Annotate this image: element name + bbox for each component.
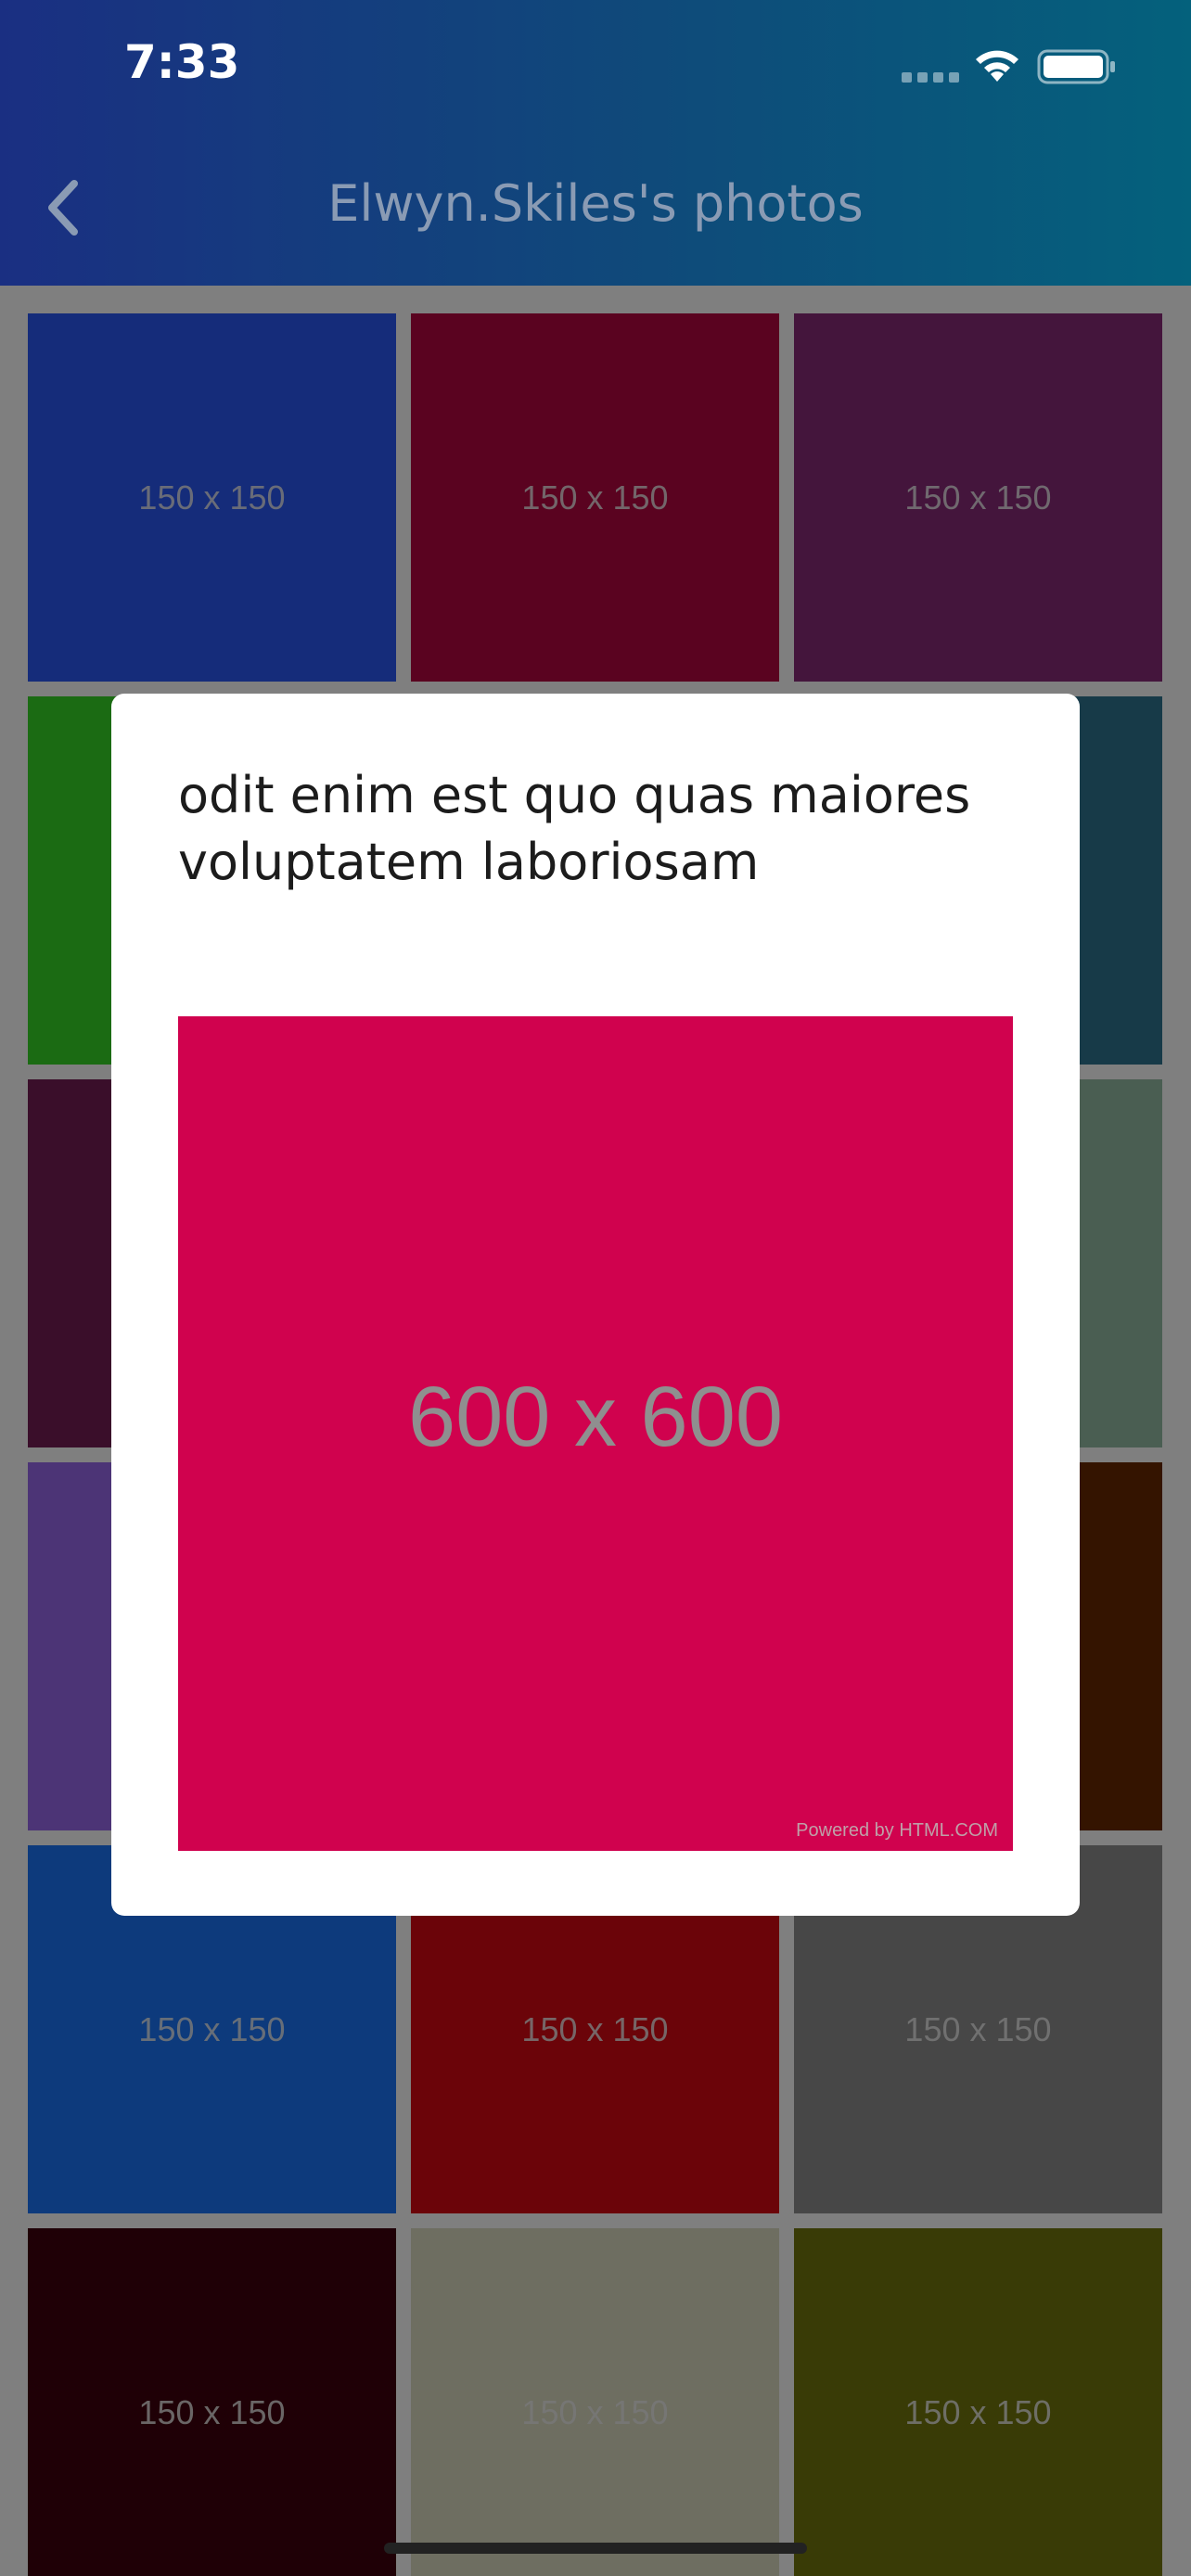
photo-thumbnail[interactable]: 150 x 150: [794, 2228, 1162, 2576]
thumbnail-label: 150 x 150: [521, 2009, 669, 2048]
thumbnail-label: 150 x 150: [904, 478, 1052, 516]
home-indicator[interactable]: [384, 2543, 807, 2554]
page-title: Elwyn.Skiles's photos: [327, 174, 864, 233]
thumbnail-label: 150 x 150: [521, 2392, 669, 2431]
photo-title: odit enim est quo quas maiores voluptate…: [178, 766, 971, 891]
photo-thumbnail[interactable]: 150 x 150: [411, 313, 779, 682]
battery-icon: [1037, 49, 1115, 84]
thumbnail-label: 150 x 150: [521, 478, 669, 516]
photo-thumbnail[interactable]: 150 x 150: [794, 313, 1162, 682]
thumbnail-label: 150 x 150: [138, 2392, 286, 2431]
photo-thumbnail[interactable]: 150 x 150: [28, 2228, 396, 2576]
photo-thumbnail[interactable]: 150 x 150: [28, 313, 396, 682]
thumbnail-label: 150 x 150: [904, 2009, 1052, 2048]
status-time: 7:33: [124, 35, 240, 89]
nav-bar: 7:33 Elwyn.Skiles's photos: [0, 0, 1191, 286]
photo-credit: Powered by HTML.COM: [796, 1820, 998, 1841]
thumbnail-label: 150 x 150: [904, 2392, 1052, 2431]
cellular-signal-icon: [902, 72, 959, 83]
screen: 7:33 Elwyn.Skiles's photos 150 x 150 150 …: [0, 0, 1191, 2576]
photo-thumbnail[interactable]: 150 x 150: [411, 2228, 779, 2576]
wifi-icon: [976, 50, 1018, 82]
photo-dialog: odit enim est quo quas maiores voluptate…: [111, 694, 1080, 1916]
photo-placeholder-label: 600 x 600: [407, 1370, 784, 1464]
thumbnail-label: 150 x 150: [138, 2009, 286, 2048]
photo-image: 600 x 600 Powered by HTML.COM: [178, 1016, 1013, 1851]
thumbnail-label: 150 x 150: [138, 478, 286, 516]
